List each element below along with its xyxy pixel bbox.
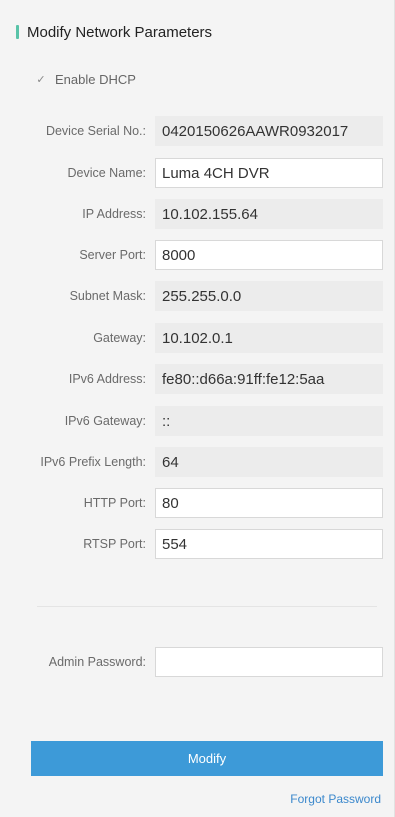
admin-password-row: Admin Password:	[0, 647, 395, 677]
gateway-row: Gateway: 10.102.0.1	[0, 323, 395, 353]
panel-title: Modify Network Parameters	[27, 23, 213, 41]
ipv6-prefix-label: IPv6 Prefix Length:	[40, 455, 146, 469]
device-name-input[interactable]: Luma 4CH DVR	[155, 158, 383, 188]
ipv6-gateway-row: IPv6 Gateway: ::	[0, 406, 395, 436]
server-port-row: Server Port: 8000	[0, 240, 395, 270]
panel-header: Modify Network Parameters	[16, 22, 212, 42]
section-divider	[37, 606, 377, 607]
http-port-row: HTTP Port: 80	[0, 488, 395, 518]
checkmark-icon: ✓	[36, 74, 46, 86]
gateway-label: Gateway:	[93, 331, 146, 345]
modify-button[interactable]: Modify	[31, 741, 383, 776]
header-accent-bar	[16, 25, 19, 39]
modify-network-panel: Modify Network Parameters ✓ Enable DHCP …	[0, 0, 395, 817]
device-name-label: Device Name:	[67, 166, 147, 180]
ip-address-value: 10.102.155.64	[155, 199, 383, 229]
rtsp-port-label: RTSP Port:	[83, 537, 146, 551]
device-serial-row: Device Serial No.: 0420150626AAWR0932017	[0, 116, 395, 146]
admin-password-input[interactable]	[155, 647, 383, 677]
ipv6-gateway-value: ::	[155, 406, 383, 436]
subnet-mask-row: Subnet Mask: 255.255.0.0	[0, 281, 395, 311]
enable-dhcp-checkbox[interactable]: ✓ Enable DHCP	[35, 72, 136, 87]
ipv6-address-label: IPv6 Address:	[68, 372, 146, 386]
server-port-label: Server Port:	[79, 248, 146, 262]
ipv6-address-row: IPv6 Address: fe80::d66a:91ff:fe12:5aa	[0, 364, 395, 394]
ip-address-row: IP Address: 10.102.155.64	[0, 199, 395, 229]
http-port-label: HTTP Port:	[83, 496, 146, 510]
gateway-value: 10.102.0.1	[155, 323, 383, 353]
device-serial-value: 0420150626AAWR0932017	[155, 116, 383, 146]
device-serial-label: Device Serial No.:	[45, 124, 146, 138]
rtsp-port-input[interactable]: 554	[155, 529, 383, 559]
enable-dhcp-label: Enable DHCP	[55, 72, 136, 87]
admin-password-label: Admin Password:	[48, 655, 146, 669]
device-name-row: Device Name: Luma 4CH DVR	[0, 158, 395, 188]
ipv6-prefix-value: 64	[155, 447, 383, 477]
ipv6-gateway-label: IPv6 Gateway:	[64, 414, 146, 428]
rtsp-port-row: RTSP Port: 554	[0, 529, 395, 559]
subnet-mask-value: 255.255.0.0	[155, 281, 383, 311]
ipv6-address-value: fe80::d66a:91ff:fe12:5aa	[155, 364, 383, 394]
ip-address-label: IP Address:	[82, 207, 146, 221]
forgot-password-link[interactable]: Forgot Password	[290, 792, 381, 806]
server-port-input[interactable]: 8000	[155, 240, 383, 270]
ipv6-prefix-row: IPv6 Prefix Length: 64	[0, 447, 395, 477]
subnet-mask-label: Subnet Mask:	[69, 289, 146, 303]
http-port-input[interactable]: 80	[155, 488, 383, 518]
